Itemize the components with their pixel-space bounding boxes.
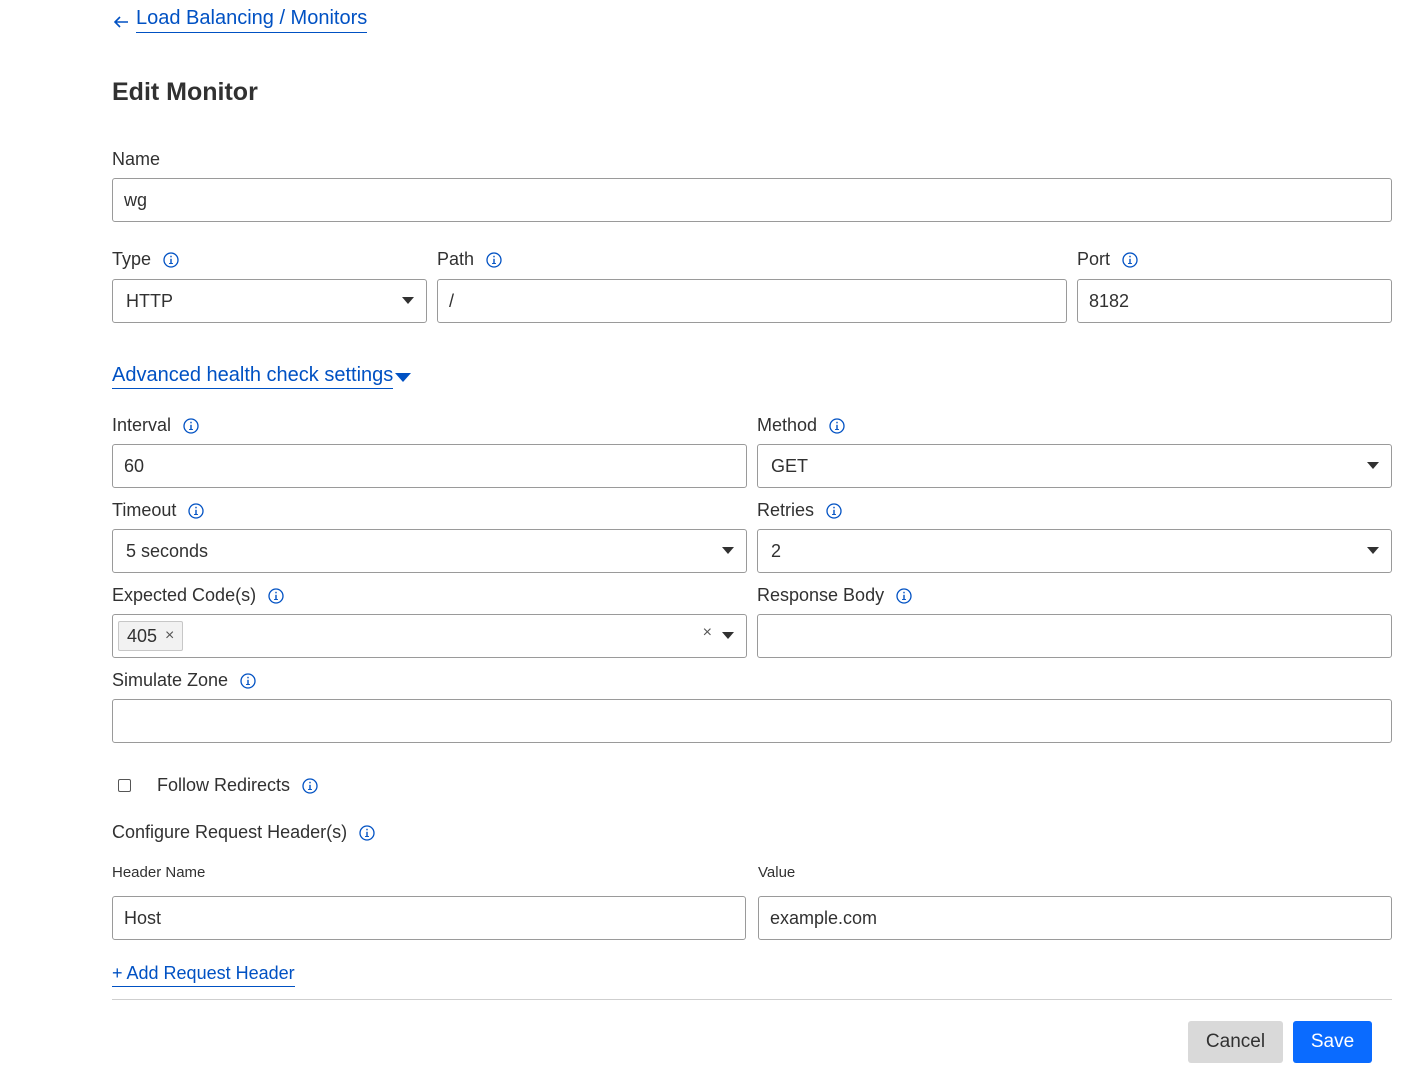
method-label: Method xyxy=(757,415,845,436)
clear-x-icon[interactable]: × xyxy=(703,624,712,642)
info-circle-icon[interactable] xyxy=(163,251,179,268)
expected-codes-label: Expected Code(s) xyxy=(112,585,284,606)
interval-label-text: Interval xyxy=(112,415,172,435)
info-circle-icon[interactable] xyxy=(829,417,845,434)
caret-down-icon xyxy=(402,297,414,304)
port-label: Port xyxy=(1077,249,1138,270)
chip-label: 405 xyxy=(127,625,158,646)
info-circle-icon[interactable] xyxy=(302,777,318,794)
method-select[interactable]: GET xyxy=(757,444,1392,488)
info-circle-icon[interactable] xyxy=(183,417,199,434)
header-value-input[interactable] xyxy=(758,896,1392,940)
caret-down-icon xyxy=(1367,547,1379,554)
expected-codes-label-text: Expected Code(s) xyxy=(112,585,257,605)
info-circle-icon[interactable] xyxy=(486,251,502,268)
divider xyxy=(112,999,1392,1000)
info-circle-icon[interactable] xyxy=(896,587,912,604)
follow-redirects-label-text: Follow Redirects xyxy=(157,775,291,795)
info-circle-icon[interactable] xyxy=(359,824,375,841)
path-label-text: Path xyxy=(437,249,475,269)
expected-code-chip: 405 × xyxy=(118,621,184,651)
response-body-input[interactable] xyxy=(757,614,1392,658)
timeout-label: Timeout xyxy=(112,500,205,521)
type-select-value: HTTP xyxy=(126,290,173,311)
name-input[interactable] xyxy=(112,178,1392,222)
advanced-settings-toggle[interactable]: Advanced health check settings xyxy=(112,364,412,389)
header-name-column-label: Header Name xyxy=(112,864,206,881)
port-label-text: Port xyxy=(1077,249,1111,269)
name-label: Name xyxy=(112,149,160,170)
path-input[interactable] xyxy=(437,279,1067,323)
header-name-input[interactable] xyxy=(112,896,746,940)
retries-select-value: 2 xyxy=(771,540,782,561)
header-value-column-label: Value xyxy=(758,864,796,881)
advanced-settings-label: Advanced health check settings xyxy=(112,364,394,389)
interval-input[interactable] xyxy=(112,444,747,488)
name-label-text: Name xyxy=(112,149,161,169)
retries-label: Retries xyxy=(757,500,842,521)
timeout-label-text: Timeout xyxy=(112,500,177,520)
page-title: Edit Monitor xyxy=(112,78,258,106)
breadcrumb-link[interactable]: Load Balancing / Monitors xyxy=(136,7,368,33)
type-label: Type xyxy=(112,249,179,270)
chip-remove-icon[interactable]: × xyxy=(165,627,174,645)
path-label: Path xyxy=(437,249,502,270)
simulate-zone-input[interactable] xyxy=(112,699,1392,743)
breadcrumb[interactable]: Load Balancing / Monitors xyxy=(112,7,368,33)
caret-down-icon xyxy=(1367,462,1379,469)
expected-codes-multiselect[interactable]: 405 × × xyxy=(112,614,747,658)
retries-select[interactable]: 2 xyxy=(757,529,1392,573)
port-input[interactable] xyxy=(1077,279,1392,323)
method-select-value: GET xyxy=(771,455,809,476)
arrow-left-icon xyxy=(113,16,128,28)
type-select[interactable]: HTTP xyxy=(112,279,427,323)
retries-label-text: Retries xyxy=(757,500,815,520)
info-circle-icon[interactable] xyxy=(826,502,842,519)
simulate-zone-label: Simulate Zone xyxy=(112,670,256,691)
timeout-select[interactable]: 5 seconds xyxy=(112,529,747,573)
follow-redirects-label: Follow Redirects xyxy=(157,775,318,796)
caret-down-icon xyxy=(722,547,734,554)
add-request-header-link[interactable]: + Add Request Header xyxy=(112,963,295,987)
response-body-label: Response Body xyxy=(757,585,912,606)
request-headers-label-text: Configure Request Header(s) xyxy=(112,822,348,842)
type-label-text: Type xyxy=(112,249,152,269)
timeout-select-value: 5 seconds xyxy=(126,540,209,561)
method-label-text: Method xyxy=(757,415,818,435)
interval-label: Interval xyxy=(112,415,199,436)
request-headers-label: Configure Request Header(s) xyxy=(112,822,375,843)
info-circle-icon[interactable] xyxy=(268,587,284,604)
info-circle-icon[interactable] xyxy=(240,672,256,689)
save-button[interactable]: Save xyxy=(1293,1021,1372,1063)
info-circle-icon[interactable] xyxy=(188,502,205,519)
follow-redirects-checkbox[interactable] xyxy=(118,779,131,792)
simulate-zone-label-text: Simulate Zone xyxy=(112,670,229,690)
cancel-button[interactable]: Cancel xyxy=(1188,1021,1283,1063)
info-circle-icon[interactable] xyxy=(1122,251,1138,268)
caret-down-icon xyxy=(722,632,734,639)
caret-down-icon xyxy=(395,373,412,382)
response-body-label-text: Response Body xyxy=(757,585,885,605)
